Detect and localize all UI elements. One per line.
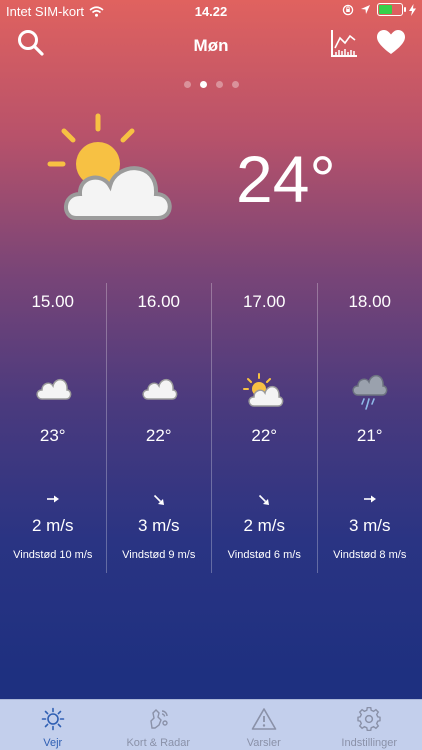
tab-label: Indstillinger xyxy=(341,737,398,749)
wind-direction-arrow-icon xyxy=(107,494,212,506)
charging-bolt-icon xyxy=(409,3,416,16)
tab-map-radar[interactable]: Kort & Radar xyxy=(106,700,212,750)
sun-icon xyxy=(41,707,65,734)
battery-icon xyxy=(377,3,406,16)
current-temperature: 24° xyxy=(236,142,336,216)
page-dot[interactable] xyxy=(215,81,223,88)
warning-icon xyxy=(251,707,277,734)
tab-warning[interactable]: Varsler xyxy=(211,700,317,750)
hour-label: 15.00 xyxy=(31,292,75,311)
app-header: Møn xyxy=(0,24,422,64)
hour-temperature: 21° xyxy=(356,426,383,445)
hour-column[interactable]: 18.00 21° 3 m/s Vindstød 8 m/s xyxy=(316,283,422,573)
hour-temperature: 22° xyxy=(145,426,172,445)
wind-direction-arrow-icon xyxy=(0,494,106,504)
tab-bar: Vejr Kort & Radar Varsler Indstillinger xyxy=(0,699,422,750)
wind-speed: 2 m/s xyxy=(31,516,74,535)
status-bar: Intet SIM-kort 14.22 xyxy=(0,0,422,22)
wind-gust: Vindstød 8 m/s xyxy=(333,549,407,561)
hour-temperature: 23° xyxy=(39,426,66,445)
wind-speed: 3 m/s xyxy=(348,516,391,535)
cloud-icon xyxy=(0,373,106,401)
hour-column[interactable]: 17.00 22° 2 m/s Vindstød 6 m/s xyxy=(211,283,317,573)
page-indicator[interactable] xyxy=(0,81,422,88)
wind-gust: Vindstød 10 m/s xyxy=(13,549,93,561)
hour-label: 18.00 xyxy=(348,292,392,311)
hour-column[interactable]: 15.00 23° 2 m/s Vindstød 10 m/s xyxy=(0,283,106,573)
wind-gust: Vindstød 9 m/s xyxy=(122,549,196,561)
page-dot[interactable] xyxy=(199,81,207,88)
tab-sun[interactable]: Vejr xyxy=(0,700,106,750)
hour-column[interactable]: 16.00 22° 3 m/s Vindstød 9 m/s xyxy=(105,283,212,573)
wind-speed: 3 m/s xyxy=(137,516,180,535)
tab-label: Varsler xyxy=(246,737,281,749)
map-radar-icon xyxy=(146,707,170,734)
page-dot[interactable] xyxy=(231,81,239,88)
hour-label: 16.00 xyxy=(137,292,181,311)
orientation-lock-icon xyxy=(342,4,354,15)
wind-direction-arrow-icon xyxy=(212,494,317,506)
tab-label: Vejr xyxy=(43,737,63,749)
hour-temperature: 22° xyxy=(251,426,278,445)
wind-gust: Vindstød 6 m/s xyxy=(227,549,301,561)
tab-gear[interactable]: Indstillinger xyxy=(317,700,422,750)
page-dot[interactable] xyxy=(183,81,191,88)
partly-cloudy-sun-icon xyxy=(212,373,317,409)
cloud-icon xyxy=(107,373,212,401)
rain-cloud-icon xyxy=(318,373,422,411)
chart-icon[interactable] xyxy=(330,28,358,58)
wind-direction-arrow-icon xyxy=(318,494,422,504)
location-arrow-icon xyxy=(361,5,370,14)
location-title[interactable]: Møn xyxy=(0,36,422,56)
hour-label: 17.00 xyxy=(242,292,286,311)
wind-speed: 2 m/s xyxy=(243,516,286,535)
hourly-forecast: 15.00 23° 2 m/s Vindstød 10 m/s 16.00 22° 3 m/… xyxy=(0,283,422,573)
partly-cloudy-sun-icon xyxy=(47,113,172,220)
status-right-group xyxy=(342,3,416,16)
favorite-heart-icon[interactable] xyxy=(377,30,405,55)
gear-icon xyxy=(357,706,381,734)
tab-label: Kort & Radar xyxy=(126,737,191,749)
